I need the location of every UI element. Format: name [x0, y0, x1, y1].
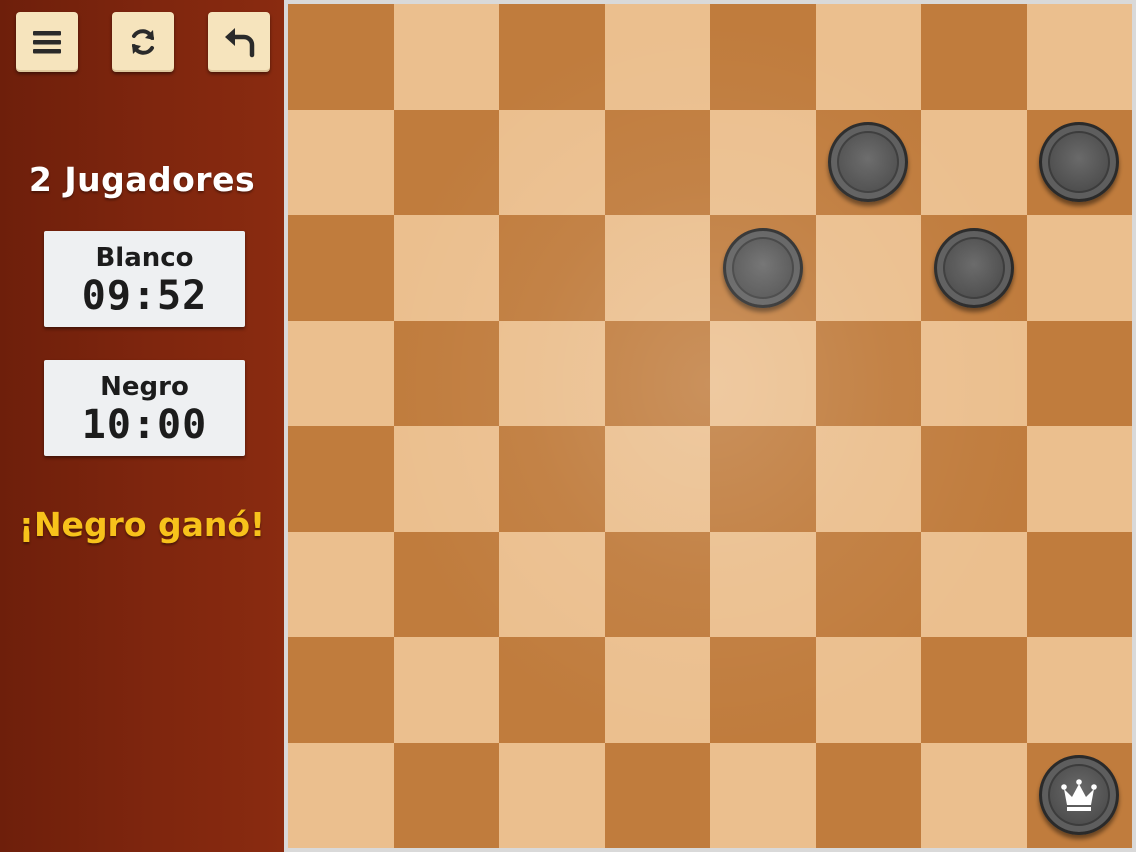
black-piece[interactable] [828, 122, 909, 203]
board-square[interactable] [1026, 215, 1132, 321]
board-square[interactable] [710, 320, 816, 426]
board-square[interactable] [393, 109, 499, 215]
board-square[interactable] [1026, 426, 1132, 532]
board-square[interactable] [288, 742, 394, 848]
undo-arrow-icon [225, 28, 255, 58]
black-piece[interactable] [722, 227, 803, 308]
board-square[interactable] [604, 215, 710, 321]
black-piece[interactable] [1039, 122, 1120, 203]
board-square[interactable] [815, 320, 921, 426]
player-name-white: Blanco [95, 243, 194, 273]
menu-button[interactable] [16, 12, 78, 72]
player-timer-black: 10:00 [81, 402, 208, 448]
player-card-black: Negro 10:00 [44, 360, 245, 456]
board-square[interactable] [815, 426, 921, 532]
board-square[interactable] [1026, 320, 1132, 426]
board-square[interactable] [1026, 109, 1132, 215]
board-square[interactable] [921, 531, 1027, 637]
board-square[interactable] [921, 215, 1027, 321]
board-square[interactable] [499, 426, 605, 532]
player-timer-white: 09:52 [81, 273, 208, 319]
board-square[interactable] [815, 742, 921, 848]
crown-icon [1061, 779, 1098, 812]
board-square[interactable] [815, 109, 921, 215]
board-square[interactable] [710, 215, 816, 321]
board-square[interactable] [288, 531, 394, 637]
refresh-icon [132, 29, 154, 55]
board-square[interactable] [499, 109, 605, 215]
board-square[interactable] [393, 637, 499, 743]
board-square[interactable] [921, 637, 1027, 743]
board-square[interactable] [393, 320, 499, 426]
player-card-white: Blanco 09:52 [44, 231, 245, 327]
board-square[interactable] [815, 4, 921, 110]
board-square[interactable] [393, 426, 499, 532]
board-square[interactable] [1026, 742, 1132, 848]
board-square[interactable] [921, 4, 1027, 110]
board-square[interactable] [393, 742, 499, 848]
checkers-board [288, 4, 1132, 848]
board-square[interactable] [921, 742, 1027, 848]
board-square[interactable] [710, 109, 816, 215]
board-square[interactable] [921, 320, 1027, 426]
board-square[interactable] [288, 426, 394, 532]
board-square[interactable] [288, 320, 394, 426]
board-square[interactable] [710, 531, 816, 637]
board-square[interactable] [288, 215, 394, 321]
board-square[interactable] [288, 109, 394, 215]
board-square[interactable] [710, 742, 816, 848]
board-square[interactable] [815, 531, 921, 637]
black-piece[interactable] [933, 227, 1014, 308]
board-square[interactable] [921, 109, 1027, 215]
board-square[interactable] [604, 426, 710, 532]
black-king-piece[interactable] [1039, 755, 1120, 836]
board-square[interactable] [710, 637, 816, 743]
sidebar: 2 Jugadores Blanco 09:52 Negro 10:00 ¡Ne… [0, 0, 284, 852]
board-square[interactable] [604, 742, 710, 848]
board-square[interactable] [604, 109, 710, 215]
board-square[interactable] [710, 4, 816, 110]
board-square[interactable] [604, 531, 710, 637]
board-square[interactable] [604, 320, 710, 426]
board-square[interactable] [1026, 531, 1132, 637]
board-square[interactable] [393, 215, 499, 321]
hamburger-menu-icon [33, 31, 61, 54]
board-square[interactable] [499, 215, 605, 321]
game-mode-title: 2 Jugadores [28, 160, 256, 199]
board-square[interactable] [815, 637, 921, 743]
board-square[interactable] [393, 531, 499, 637]
game-result-text: ¡Negro ganó! [18, 505, 266, 544]
board-square[interactable] [499, 742, 605, 848]
player-name-black: Negro [100, 372, 189, 402]
board-square[interactable] [815, 215, 921, 321]
board-square[interactable] [710, 426, 816, 532]
board-square[interactable] [288, 637, 394, 743]
board-square[interactable] [1026, 637, 1132, 743]
board-square[interactable] [499, 531, 605, 637]
board-square[interactable] [499, 637, 605, 743]
board-square[interactable] [1026, 4, 1132, 110]
restart-button[interactable] [112, 12, 174, 72]
undo-button[interactable] [208, 12, 270, 72]
board-square[interactable] [921, 426, 1027, 532]
board-square[interactable] [393, 4, 499, 110]
board-square[interactable] [499, 4, 605, 110]
board-square[interactable] [288, 4, 394, 110]
board-square[interactable] [499, 320, 605, 426]
board-square[interactable] [604, 637, 710, 743]
board-square[interactable] [604, 4, 710, 110]
